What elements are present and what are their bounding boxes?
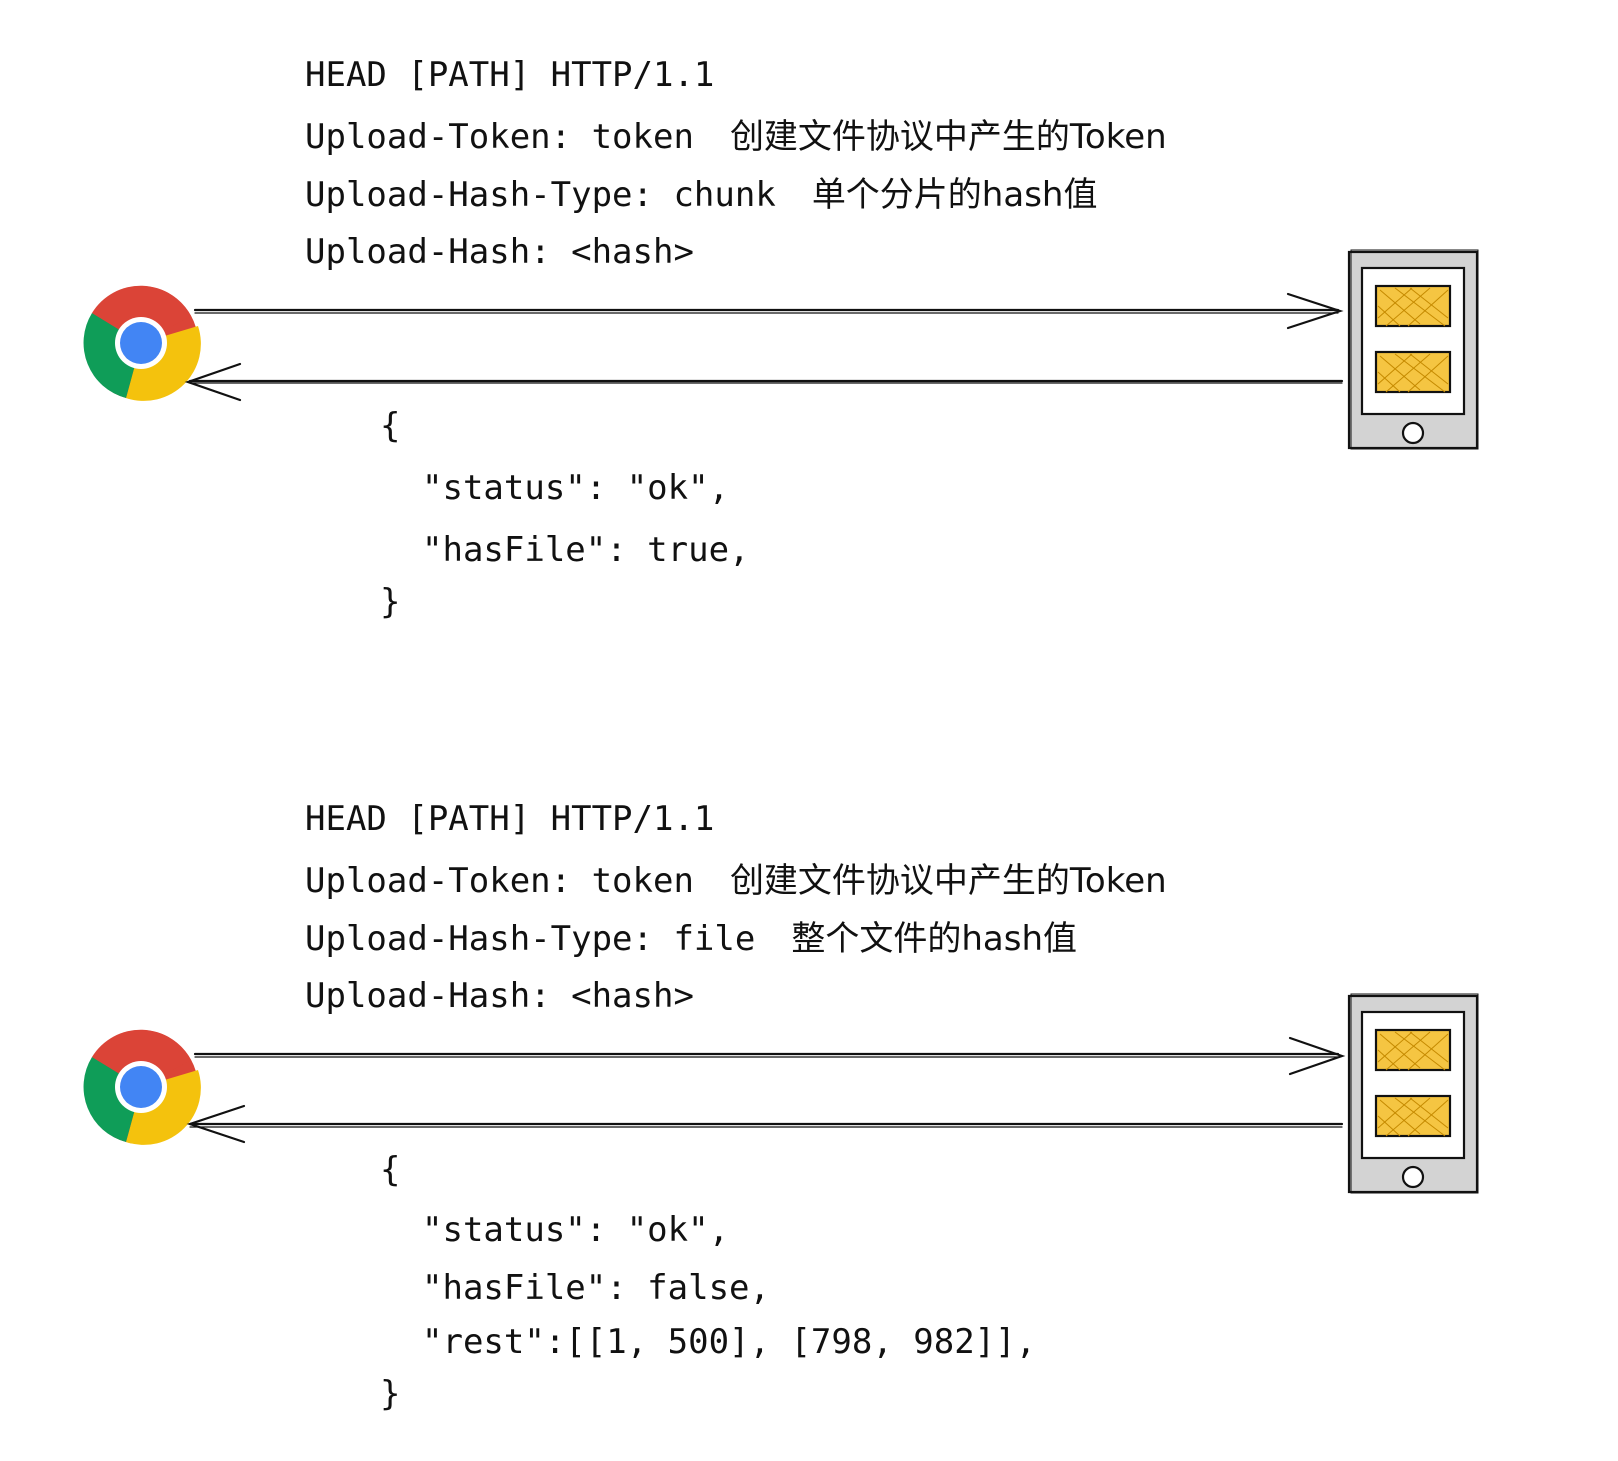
arrow-right-icon [193, 1036, 1346, 1076]
request-start-line: HEAD [PATH] HTTP/1.1 [305, 799, 715, 839]
exchange-file-hash: HEAD [PATH] HTTP/1.1 Upload-Token: token… [0, 744, 1618, 1461]
request-header-line: Upload-Hash-Type: file 整个文件的hash值 [305, 919, 1077, 959]
header-text: Upload-Hash: <hash> [305, 976, 694, 1016]
response-line: "status": "ok", [422, 468, 730, 508]
header-text: Upload-Hash-Type: chunk [305, 175, 776, 215]
request-header-line: Upload-Hash: <hash> [305, 976, 694, 1016]
tablet-server-icon [1347, 993, 1479, 1194]
response-line: "hasFile": true, [422, 530, 750, 570]
response-close-brace: } [380, 1374, 401, 1414]
header-text: Upload-Hash: <hash> [305, 232, 694, 272]
response-line: "hasFile": false, [422, 1268, 770, 1308]
response-open-brace: { [380, 406, 401, 446]
header-text: Upload-Token: token [305, 117, 694, 157]
tablet-server-icon [1347, 249, 1479, 450]
chrome-browser-icon [83, 285, 201, 401]
request-header-line: Upload-Hash: <hash> [305, 232, 694, 272]
response-line: "rest":[[1, 500], [798, 982]], [422, 1322, 1037, 1362]
arrow-right-icon [193, 292, 1344, 330]
response-open-brace: { [380, 1150, 401, 1190]
exchange-chunk-hash: HEAD [PATH] HTTP/1.1 Upload-Token: token… [0, 0, 1618, 717]
request-header-line: Upload-Hash-Type: chunk 单个分片的hash值 [305, 175, 1097, 215]
request-header-line: Upload-Token: token 创建文件协议中产生的Token [305, 117, 1167, 157]
header-note: 整个文件的hash值 [791, 919, 1077, 959]
header-note: 创建文件协议中产生的Token [729, 861, 1167, 901]
arrow-left-icon [184, 362, 1344, 402]
response-close-brace: } [380, 582, 401, 622]
exchange-1-graphics [83, 249, 1479, 450]
response-line: "status": "ok", [422, 1210, 730, 1250]
header-note: 单个分片的hash值 [811, 175, 1098, 215]
chrome-browser-icon [83, 1029, 201, 1145]
header-text: Upload-Hash-Type: file [305, 919, 756, 959]
header-text: Upload-Token: token [305, 861, 694, 901]
request-start-line: HEAD [PATH] HTTP/1.1 [305, 55, 715, 95]
header-note: 创建文件协议中产生的Token [729, 117, 1167, 157]
arrow-left-icon [186, 1104, 1344, 1144]
request-header-line: Upload-Token: token 创建文件协议中产生的Token [305, 861, 1167, 901]
